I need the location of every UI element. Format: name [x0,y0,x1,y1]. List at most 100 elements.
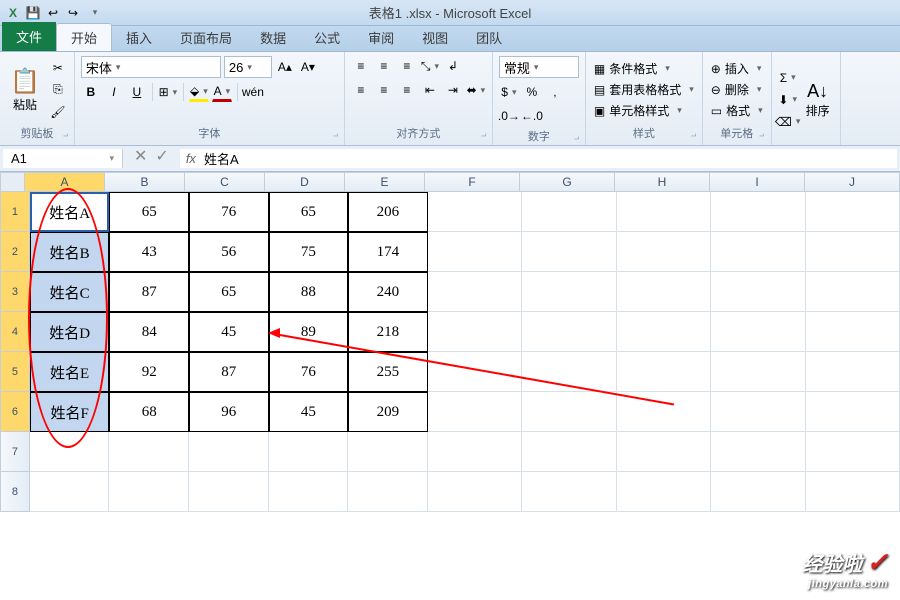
cell[interactable] [109,432,189,472]
percent-icon[interactable]: % [522,82,542,102]
currency-icon[interactable]: $ [499,82,519,102]
cell[interactable]: 218 [348,312,428,352]
cell[interactable] [30,472,110,512]
paste-button[interactable]: 📋 粘贴 [6,56,44,123]
cell[interactable] [428,352,522,392]
align-center-icon[interactable]: ≡ [374,80,394,100]
row-header[interactable]: 7 [0,432,30,472]
row-header[interactable]: 2 [0,232,30,272]
tab-formula[interactable]: 公式 [300,24,354,51]
cell[interactable] [269,432,349,472]
cell[interactable]: 姓名B [30,232,110,272]
row-header[interactable]: 3 [0,272,30,312]
column-header[interactable]: C [185,172,265,192]
cell-styles-button[interactable]: ▣单元格样式 [592,101,696,120]
decrease-decimal-icon[interactable]: ←.0 [522,106,542,126]
align-bottom-icon[interactable]: ≡ [397,56,417,76]
indent-increase-icon[interactable]: ⇥ [443,80,463,100]
number-format-combo[interactable]: 常规 [499,56,579,78]
increase-decimal-icon[interactable]: .0→ [499,106,519,126]
cell[interactable] [189,432,269,472]
font-color-button[interactable]: A [212,82,232,102]
name-box[interactable]: A1 [3,149,123,168]
cell[interactable]: 43 [109,232,189,272]
cell[interactable]: 姓名E [30,352,110,392]
column-header[interactable]: A [25,172,105,192]
cell[interactable] [428,272,522,312]
cell[interactable]: 65 [269,192,349,232]
cell[interactable] [522,272,616,312]
underline-button[interactable]: U [127,82,147,102]
cell[interactable] [348,472,428,512]
column-header[interactable]: J [805,172,900,192]
cell[interactable] [522,312,616,352]
cell[interactable]: 姓名D [30,312,110,352]
cell[interactable] [428,472,522,512]
cell[interactable]: 87 [109,272,189,312]
insert-cells-button[interactable]: ⊕插入 [709,59,765,78]
delete-cells-button[interactable]: ⊖删除 [709,80,765,99]
cell[interactable] [711,352,805,392]
row-header[interactable]: 4 [0,312,30,352]
cell[interactable] [806,272,900,312]
row-header[interactable]: 1 [0,192,30,232]
cell[interactable]: 96 [189,392,269,432]
select-all-corner[interactable] [0,172,25,192]
row-header[interactable]: 6 [0,392,30,432]
cell[interactable]: 88 [269,272,349,312]
cell[interactable]: 45 [189,312,269,352]
save-icon[interactable]: 💾 [24,4,42,22]
sort-button[interactable]: A↓ 排序 [802,56,834,143]
orientation-icon[interactable]: ⤡ [420,56,440,76]
row-header[interactable]: 8 [0,472,30,512]
cell[interactable]: 65 [189,272,269,312]
conditional-format-button[interactable]: ▦条件格式 [592,59,696,78]
column-header[interactable]: I [710,172,805,192]
merge-button[interactable]: ⬌ [466,80,486,100]
font-name-combo[interactable]: 宋体 [81,56,221,78]
format-table-button[interactable]: ▤套用表格格式 [592,80,696,99]
cell[interactable]: 65 [109,192,189,232]
cell[interactable]: 92 [109,352,189,392]
cell[interactable]: 45 [269,392,349,432]
cell[interactable] [109,472,189,512]
cell[interactable] [711,272,805,312]
tab-review[interactable]: 审阅 [354,24,408,51]
cell[interactable] [806,232,900,272]
cell[interactable] [522,232,616,272]
cell[interactable]: 87 [189,352,269,392]
cell[interactable]: 174 [348,232,428,272]
bold-button[interactable]: B [81,82,101,102]
tab-data[interactable]: 数据 [246,24,300,51]
tab-insert[interactable]: 插入 [112,24,166,51]
align-middle-icon[interactable]: ≡ [374,56,394,76]
column-header[interactable]: G [520,172,615,192]
format-painter-icon[interactable]: 🖌 [48,102,68,122]
cell[interactable] [806,432,900,472]
cell[interactable] [428,192,522,232]
decrease-font-icon[interactable]: A▾ [298,57,318,77]
cell[interactable] [806,192,900,232]
cell[interactable]: 68 [109,392,189,432]
fill-color-button[interactable]: ⬙ [189,82,209,102]
cell[interactable] [428,232,522,272]
cell[interactable] [30,432,110,472]
cell[interactable] [806,472,900,512]
column-header[interactable]: D [265,172,345,192]
align-top-icon[interactable]: ≡ [351,56,371,76]
cell[interactable] [806,312,900,352]
cell[interactable] [711,392,805,432]
fill-icon[interactable]: ⬇ [778,90,798,110]
formula-input[interactable]: fx 姓名A [180,149,897,168]
cell[interactable] [617,472,711,512]
cell[interactable]: 姓名A [30,192,110,232]
increase-font-icon[interactable]: A▴ [275,57,295,77]
cell[interactable] [189,472,269,512]
tab-team[interactable]: 团队 [462,24,516,51]
border-button[interactable]: ⊞ [158,82,178,102]
cell[interactable]: 240 [348,272,428,312]
cell[interactable] [806,352,900,392]
cell[interactable] [617,312,711,352]
cell[interactable] [428,432,522,472]
phonetic-button[interactable]: wén [243,82,263,102]
